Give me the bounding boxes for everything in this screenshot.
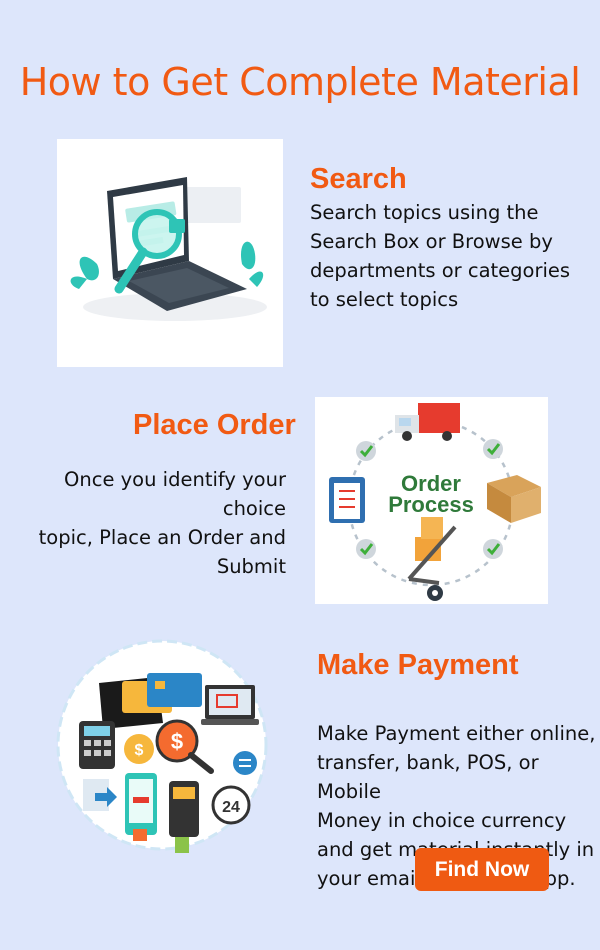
step-search-description: Search topics using the Search Box or Br… — [310, 198, 590, 314]
step-order-line: Submit — [216, 555, 286, 578]
step-search-line: Search Box or Browse by — [310, 230, 553, 253]
step-search-line: to select topics — [310, 288, 459, 311]
svg-text:$: $ — [135, 742, 144, 759]
search-illustration — [57, 139, 283, 367]
check-icon — [356, 441, 376, 461]
order-process-icon: Order Process — [329, 403, 541, 601]
step-order-description: Once you identify your choice topic, Pla… — [20, 465, 286, 581]
process-text: Process — [388, 492, 474, 517]
find-now-button[interactable]: Find Now — [415, 848, 549, 891]
payment-illustration: $ $ 24 — [37, 633, 287, 863]
step-order-line: Once you identify your choice — [64, 468, 286, 520]
svg-text:$: $ — [171, 729, 183, 754]
step-payment-line: transfer, bank, POS, or Mobile — [317, 751, 539, 803]
step-payment-heading: Make Payment — [317, 649, 519, 681]
check-icon — [356, 539, 376, 559]
check-icon — [483, 539, 503, 559]
order-illustration: Order Process — [315, 397, 548, 604]
check-icon — [483, 439, 503, 459]
page-title: How to Get Complete Material — [19, 60, 581, 104]
payment-methods-icon: $ $ 24 — [56, 639, 268, 853]
step-order-line: topic, Place an Order and — [38, 526, 286, 549]
clock-24-text: 24 — [222, 799, 240, 816]
laptop-magnifier-icon — [70, 177, 267, 321]
step-search-heading: Search — [310, 163, 407, 195]
step-search-line: departments or categories — [310, 259, 571, 282]
step-payment-line: Money in choice currency — [317, 809, 567, 832]
step-order-heading: Place Order — [133, 409, 296, 441]
step-payment-line: Make Payment either online, — [317, 722, 596, 745]
step-search-line: Search topics using the — [310, 201, 539, 224]
